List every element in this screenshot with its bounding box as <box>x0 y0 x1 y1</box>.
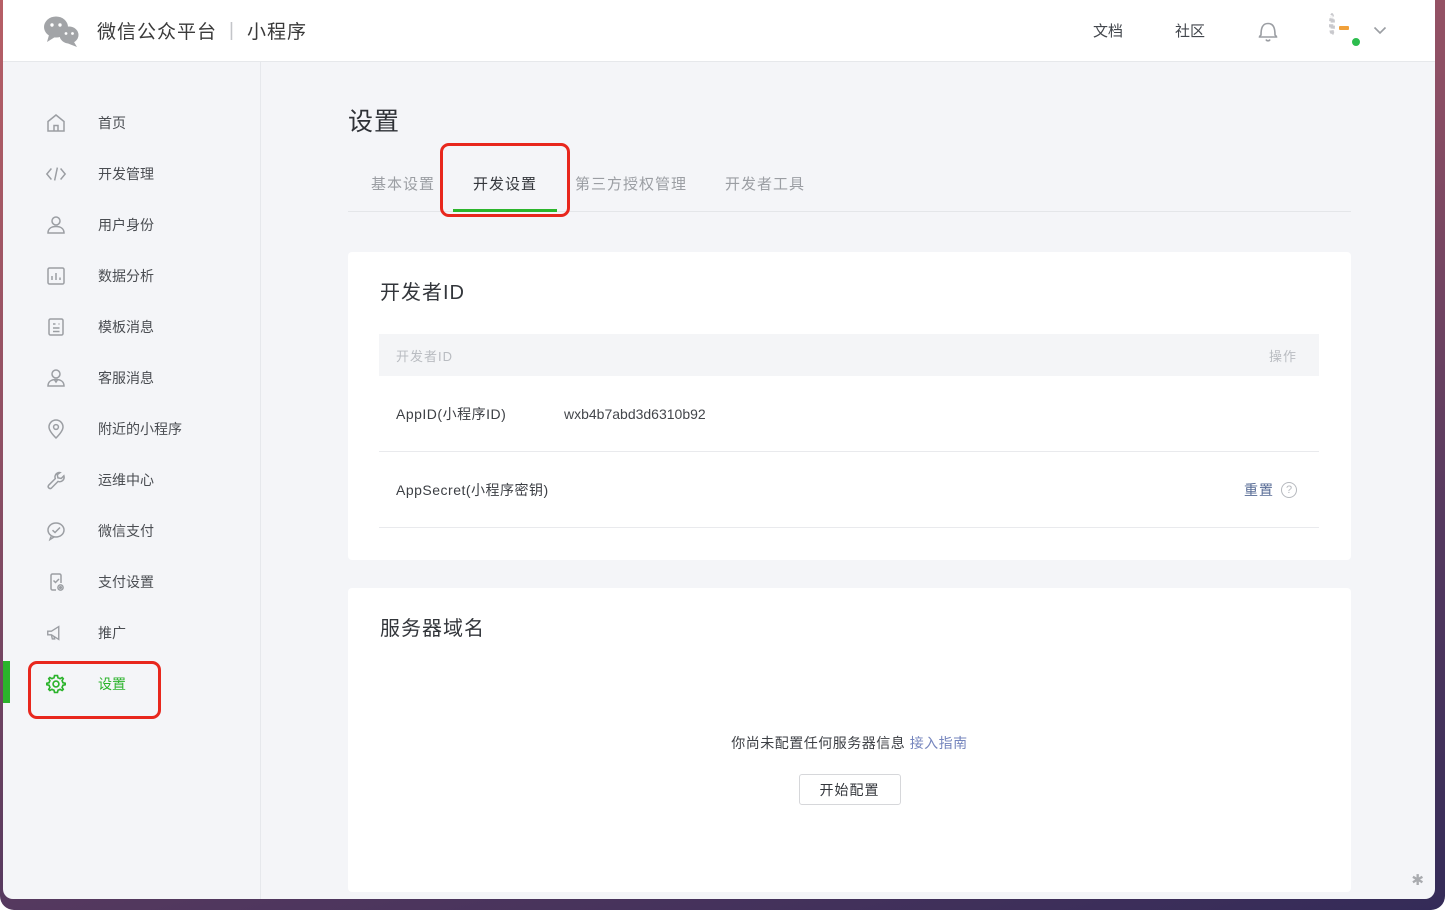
developer-id-card: 开发者ID 开发者ID 操作 AppID(小程序ID) wxb4b7abd3d6… <box>348 252 1351 560</box>
empty-state-text: 你尚未配置任何服务器信息 <box>731 735 905 751</box>
server-domain-card: 服务器域名 你尚未配置任何服务器信息 接入指南 开始配置 <box>348 588 1351 892</box>
brand-separator: | <box>229 20 235 42</box>
sidebar-item-label: 支付设置 <box>98 572 154 592</box>
wechat-pay-icon <box>45 520 67 542</box>
nav-community-link[interactable]: 社区 <box>1175 20 1205 41</box>
developer-id-title: 开发者ID <box>380 276 465 305</box>
brand: 微信公众平台 | 小程序 <box>41 14 307 48</box>
top-header: 微信公众平台 | 小程序 文档 社区 <box>3 0 1435 62</box>
appsecret-label: AppSecret(小程序密钥) <box>396 480 564 500</box>
table-header-left: 开发者ID <box>396 346 453 365</box>
active-tab-underline <box>453 209 557 212</box>
tab-label: 第三方授权管理 <box>575 176 687 193</box>
reset-appsecret-link[interactable]: 重置 <box>1244 480 1274 500</box>
chevron-down-icon[interactable] <box>1373 26 1387 35</box>
help-question-icon[interactable]: ? <box>1281 482 1297 498</box>
sidebar-item-label: 数据分析 <box>98 266 154 286</box>
gear-icon <box>45 673 67 695</box>
appid-label: AppID(小程序ID) <box>396 404 564 424</box>
sidebar-item-label: 首页 <box>98 113 126 133</box>
tab-development-settings[interactable]: 开发设置 <box>473 167 537 211</box>
avatar-image <box>1329 13 1335 36</box>
access-guide-link[interactable]: 接入指南 <box>910 735 968 751</box>
location-pin-icon <box>45 418 67 440</box>
tab-label: 基本设置 <box>371 176 435 193</box>
table-row-appid: AppID(小程序ID) wxb4b7abd3d6310b92 <box>379 376 1319 452</box>
table-header-actions: 操作 <box>1269 346 1297 365</box>
code-icon <box>45 163 67 185</box>
sidebar-item-pay-settings[interactable]: 支付设置 <box>3 556 260 607</box>
user-icon <box>45 214 67 236</box>
wechat-logo-icon <box>41 14 81 48</box>
main-content: 设置 基本设置 开发设置 第三方授权管理 开发者工具 开发者ID 开发者ID <box>348 62 1351 892</box>
header-nav: 文档 社区 <box>1041 16 1387 46</box>
sidebar-item-label: 开发管理 <box>98 164 154 184</box>
tab-label: 开发设置 <box>473 176 537 193</box>
notification-bell-icon[interactable] <box>1257 19 1279 43</box>
sidebar-item-customer-service[interactable]: 客服消息 <box>3 352 260 403</box>
template-icon <box>45 316 67 338</box>
server-domain-title: 服务器域名 <box>380 612 485 641</box>
sidebar-item-label: 模板消息 <box>98 317 154 337</box>
product-name: 小程序 <box>247 17 307 44</box>
bar-chart-icon <box>45 265 67 287</box>
sidebar-item-label: 推广 <box>98 623 126 643</box>
page-title: 设置 <box>348 102 1351 138</box>
sidebar-menu: 首页 开发管理 用户身份 数据分析 <box>3 97 260 709</box>
sidebar-item-settings[interactable]: 设置 <box>3 658 260 709</box>
sidebar-item-ops-center[interactable]: 运维中心 <box>3 454 260 505</box>
sidebar-item-dev-management[interactable]: 开发管理 <box>3 148 260 199</box>
sidebar-item-nearby-miniprogram[interactable]: 附近的小程序 <box>3 403 260 454</box>
mouse-cursor-icon: ✱ <box>1411 871 1424 889</box>
start-configure-button[interactable]: 开始配置 <box>799 774 901 805</box>
online-status-badge <box>1351 37 1361 47</box>
sidebar: 首页 开发管理 用户身份 数据分析 <box>3 62 261 899</box>
developer-id-table: 开发者ID 操作 AppID(小程序ID) wxb4b7abd3d6310b92… <box>379 334 1319 528</box>
nav-docs-link[interactable]: 文档 <box>1093 20 1123 41</box>
sidebar-item-label: 微信支付 <box>98 521 154 541</box>
tab-third-party-auth[interactable]: 第三方授权管理 <box>575 167 687 211</box>
sidebar-item-label: 用户身份 <box>98 215 154 235</box>
table-header-row: 开发者ID 操作 <box>379 334 1319 376</box>
table-row-appsecret: AppSecret(小程序密钥) 重置 ? <box>379 452 1319 528</box>
account-avatar[interactable] <box>1329 16 1359 46</box>
sidebar-item-label: 运维中心 <box>98 470 154 490</box>
wrench-icon <box>45 469 67 491</box>
app-screen: 微信公众平台 | 小程序 文档 社区 <box>3 0 1435 899</box>
tab-basic-settings[interactable]: 基本设置 <box>371 167 435 211</box>
sidebar-item-home[interactable]: 首页 <box>3 97 260 148</box>
sidebar-item-user-identity[interactable]: 用户身份 <box>3 199 260 250</box>
megaphone-icon <box>45 622 67 644</box>
tab-label: 开发者工具 <box>725 176 805 193</box>
sidebar-item-wechat-pay[interactable]: 微信支付 <box>3 505 260 556</box>
server-empty-state: 你尚未配置任何服务器信息 接入指南 <box>348 733 1351 753</box>
sidebar-item-label: 附近的小程序 <box>98 419 182 439</box>
sidebar-item-promotion[interactable]: 推广 <box>3 607 260 658</box>
sidebar-item-label: 客服消息 <box>98 368 154 388</box>
sidebar-item-data-analysis[interactable]: 数据分析 <box>3 250 260 301</box>
sidebar-item-template-message[interactable]: 模板消息 <box>3 301 260 352</box>
appid-value: wxb4b7abd3d6310b92 <box>564 406 706 422</box>
pay-settings-icon <box>45 571 67 593</box>
appsecret-actions: 重置 ? <box>1244 480 1297 500</box>
settings-tabs: 基本设置 开发设置 第三方授权管理 开发者工具 <box>348 167 1351 212</box>
sidebar-item-label: 设置 <box>98 674 126 694</box>
tab-developer-tools[interactable]: 开发者工具 <box>725 167 805 211</box>
window-frame: 微信公众平台 | 小程序 文档 社区 <box>0 0 1445 910</box>
brand-name: 微信公众平台 <box>97 17 217 44</box>
home-icon <box>45 112 67 134</box>
brand-title: 微信公众平台 | 小程序 <box>97 17 307 44</box>
customer-service-icon <box>45 367 67 389</box>
